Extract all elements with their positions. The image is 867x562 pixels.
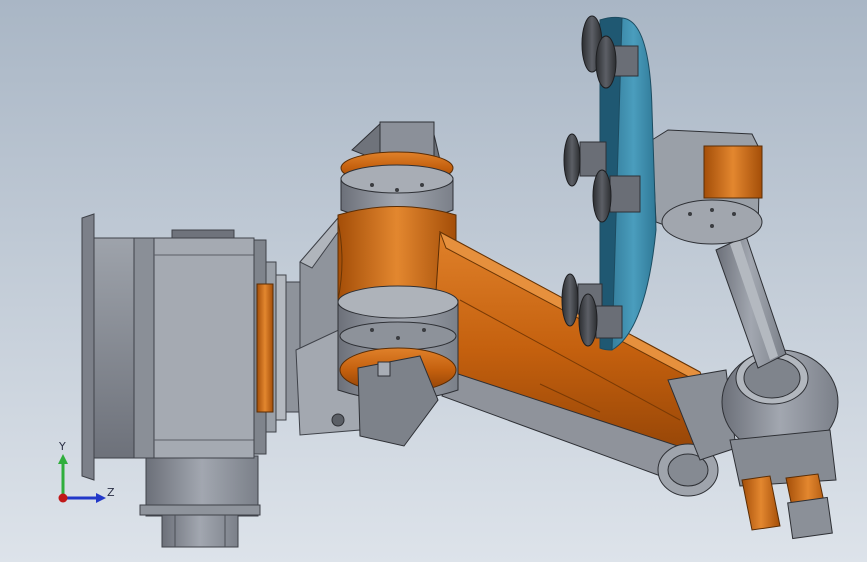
x-axis-origin	[58, 493, 68, 503]
axis-triad: Y Z	[58, 440, 115, 503]
z-axis-label: Z	[107, 486, 115, 499]
robot-arm-model[interactable]	[0, 0, 867, 562]
3d-viewport[interactable]: Y Z	[0, 0, 867, 562]
forearm-link[interactable]	[715, 235, 787, 369]
elbow-joint[interactable]	[657, 349, 839, 540]
wrist-housing[interactable]	[651, 129, 763, 245]
y-axis-arrow	[58, 454, 68, 464]
z-axis-arrow	[96, 493, 106, 503]
upper-arm-link[interactable]	[429, 230, 713, 479]
y-axis-label: Y	[58, 440, 66, 453]
